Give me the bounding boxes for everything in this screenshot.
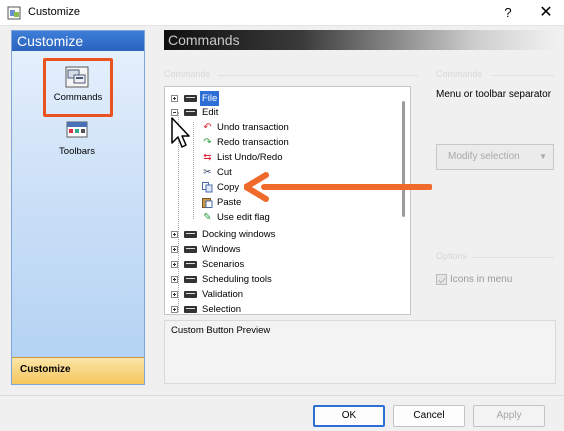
tree-item-selection[interactable]: Selection (171, 302, 311, 317)
undo-icon: ↶ (203, 122, 212, 133)
folder-icon (184, 95, 197, 102)
collapse-icon[interactable] (171, 109, 178, 116)
tree-item-use-edit-flag[interactable]: ✎ Use edit flag (202, 210, 322, 225)
copy-icon (202, 182, 213, 193)
expand-icon[interactable] (171, 246, 178, 253)
chevron-down-icon: ▼ (539, 152, 547, 161)
tree-item-windows[interactable]: Windows (171, 242, 311, 257)
tree-item-label: File (200, 91, 220, 106)
tree-item-label: Scheduling tools (202, 274, 272, 285)
help-button[interactable]: ? (494, 2, 522, 24)
commands-icon (65, 65, 91, 89)
expand-icon[interactable] (171, 291, 178, 298)
edit-flag-icon: ✎ (203, 212, 212, 223)
tree-item-file[interactable]: File (171, 91, 231, 106)
tree-item-label: Paste (217, 197, 242, 208)
scissors-icon: ✂ (203, 167, 212, 178)
modify-selection-label: Modify selection (448, 151, 520, 162)
expand-icon[interactable] (171, 95, 178, 102)
tree-item-label: Selection (202, 304, 242, 315)
list-undo-redo-icon: ⇆ (203, 152, 212, 163)
sidebar-header: Customize (12, 31, 144, 51)
divider (492, 75, 554, 76)
tree-item-docking-windows[interactable]: Docking windows (171, 227, 311, 242)
tree-group-label: Commands (164, 69, 211, 79)
sidebar-item-commands[interactable]: Commands (43, 58, 113, 117)
expand-icon[interactable] (171, 261, 178, 268)
icons-in-menu-label: Icons in menu (450, 274, 513, 285)
tree-item-validation[interactable]: Validation (171, 287, 311, 302)
divider (218, 75, 418, 76)
folder-icon (184, 291, 197, 298)
sidebar-item-toolbars[interactable]: Toolbars (32, 119, 122, 157)
folder-icon (184, 306, 197, 313)
tree-item-list-undo-redo[interactable]: ⇆ List Undo/Redo (202, 150, 322, 165)
annotation-arrow-icon (243, 171, 433, 203)
tree-item-scenarios[interactable]: Scenarios (171, 257, 311, 272)
selected-command-text: Menu or toolbar separator (436, 89, 552, 100)
panel-header: Commands (164, 30, 556, 50)
tree-connector (193, 122, 194, 219)
tree-item-label: Windows (202, 244, 241, 255)
tree-item-label: Scenarios (202, 259, 245, 270)
tree-item-label: Validation (202, 289, 244, 300)
folder-icon (184, 109, 197, 116)
tree-item-label: Redo transaction (217, 137, 289, 148)
sidebar: Customize Commands Toolbars Customize (11, 30, 145, 385)
tree-item-label: Cut (217, 167, 232, 178)
tree-item-label: Edit (202, 107, 219, 118)
preview-label: Custom Button Preview (171, 325, 271, 336)
mouse-cursor-icon (170, 117, 190, 149)
folder-icon (184, 231, 197, 238)
app-icon (7, 6, 21, 20)
tree-item-scheduling-tools[interactable]: Scheduling tools (171, 272, 311, 287)
window-title: Customize (28, 6, 80, 18)
tree-item-label: Docking windows (202, 229, 276, 240)
redo-icon: ↷ (203, 137, 212, 148)
folder-icon (184, 261, 197, 268)
sidebar-footer[interactable]: Customize (12, 357, 144, 384)
close-button[interactable]: ✕ (532, 2, 560, 24)
title-bar: Customize ? ✕ (0, 0, 564, 26)
icons-in-menu-checkbox[interactable] (436, 274, 447, 285)
tree-item-undo[interactable]: ↶ Undo transaction (202, 120, 322, 135)
tree-item-label: List Undo/Redo (217, 152, 283, 163)
cancel-button[interactable]: Cancel (393, 405, 465, 427)
divider (472, 257, 554, 258)
tree-item-label: Copy (217, 182, 240, 193)
expand-icon[interactable] (171, 276, 178, 283)
apply-button[interactable]: Apply (473, 405, 545, 427)
tree-item-label: Use edit flag (217, 212, 270, 223)
paste-icon (202, 197, 213, 208)
folder-icon (184, 276, 197, 283)
folder-icon (184, 246, 197, 253)
divider (0, 395, 564, 396)
ok-button[interactable]: OK (313, 405, 385, 427)
expand-icon[interactable] (171, 231, 178, 238)
tree-item-redo[interactable]: ↷ Redo transaction (202, 135, 322, 150)
expand-icon[interactable] (171, 306, 178, 313)
tree-item-label: Undo transaction (217, 122, 289, 133)
options-group-label: Options (436, 251, 468, 261)
toolbars-icon (64, 119, 90, 143)
properties-group-label: Commands (436, 69, 483, 79)
modify-selection-button[interactable]: Modify selection ▼ (436, 144, 554, 170)
sidebar-item-label: Commands (53, 92, 103, 103)
sidebar-item-label: Toolbars (59, 146, 95, 157)
